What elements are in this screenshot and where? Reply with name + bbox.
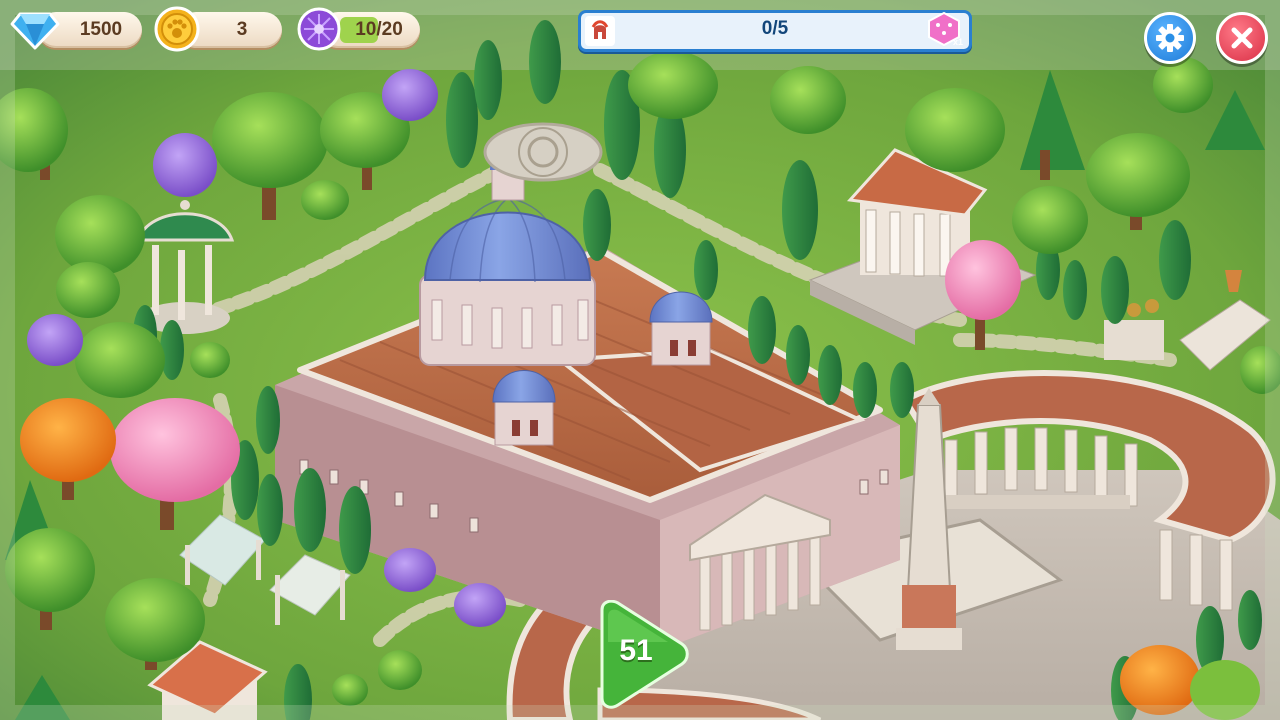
- diamond-icon: [10, 6, 60, 52]
- gear-icon: [1156, 24, 1184, 52]
- level-button[interactable]: 51: [588, 599, 692, 710]
- energy-value: 10/20: [355, 19, 403, 40]
- dice-icon: x1: [927, 11, 963, 47]
- coin-paw-icon: [153, 5, 201, 53]
- level-value: 51: [619, 634, 653, 667]
- close-button[interactable]: [1216, 12, 1268, 64]
- close-icon: [1231, 27, 1253, 49]
- gems-value: 1500: [79, 19, 123, 40]
- small-dome-right: [649, 291, 713, 366]
- energy-orb-icon: [296, 6, 342, 52]
- game-scene[interactable]: 1500 3 10/20 0/5 x1 51: [0, 0, 1280, 720]
- quest-progress-bar[interactable]: 0/5 x1: [578, 10, 972, 52]
- dice-multiplier: x1: [952, 37, 963, 47]
- spartan-helmet-icon: [585, 16, 615, 46]
- round-garden: [483, 122, 603, 182]
- quest-progress-text: 0/5: [761, 18, 789, 39]
- small-dome-left: [492, 370, 556, 446]
- coins-value: 3: [236, 19, 248, 40]
- settings-button[interactable]: [1144, 12, 1196, 64]
